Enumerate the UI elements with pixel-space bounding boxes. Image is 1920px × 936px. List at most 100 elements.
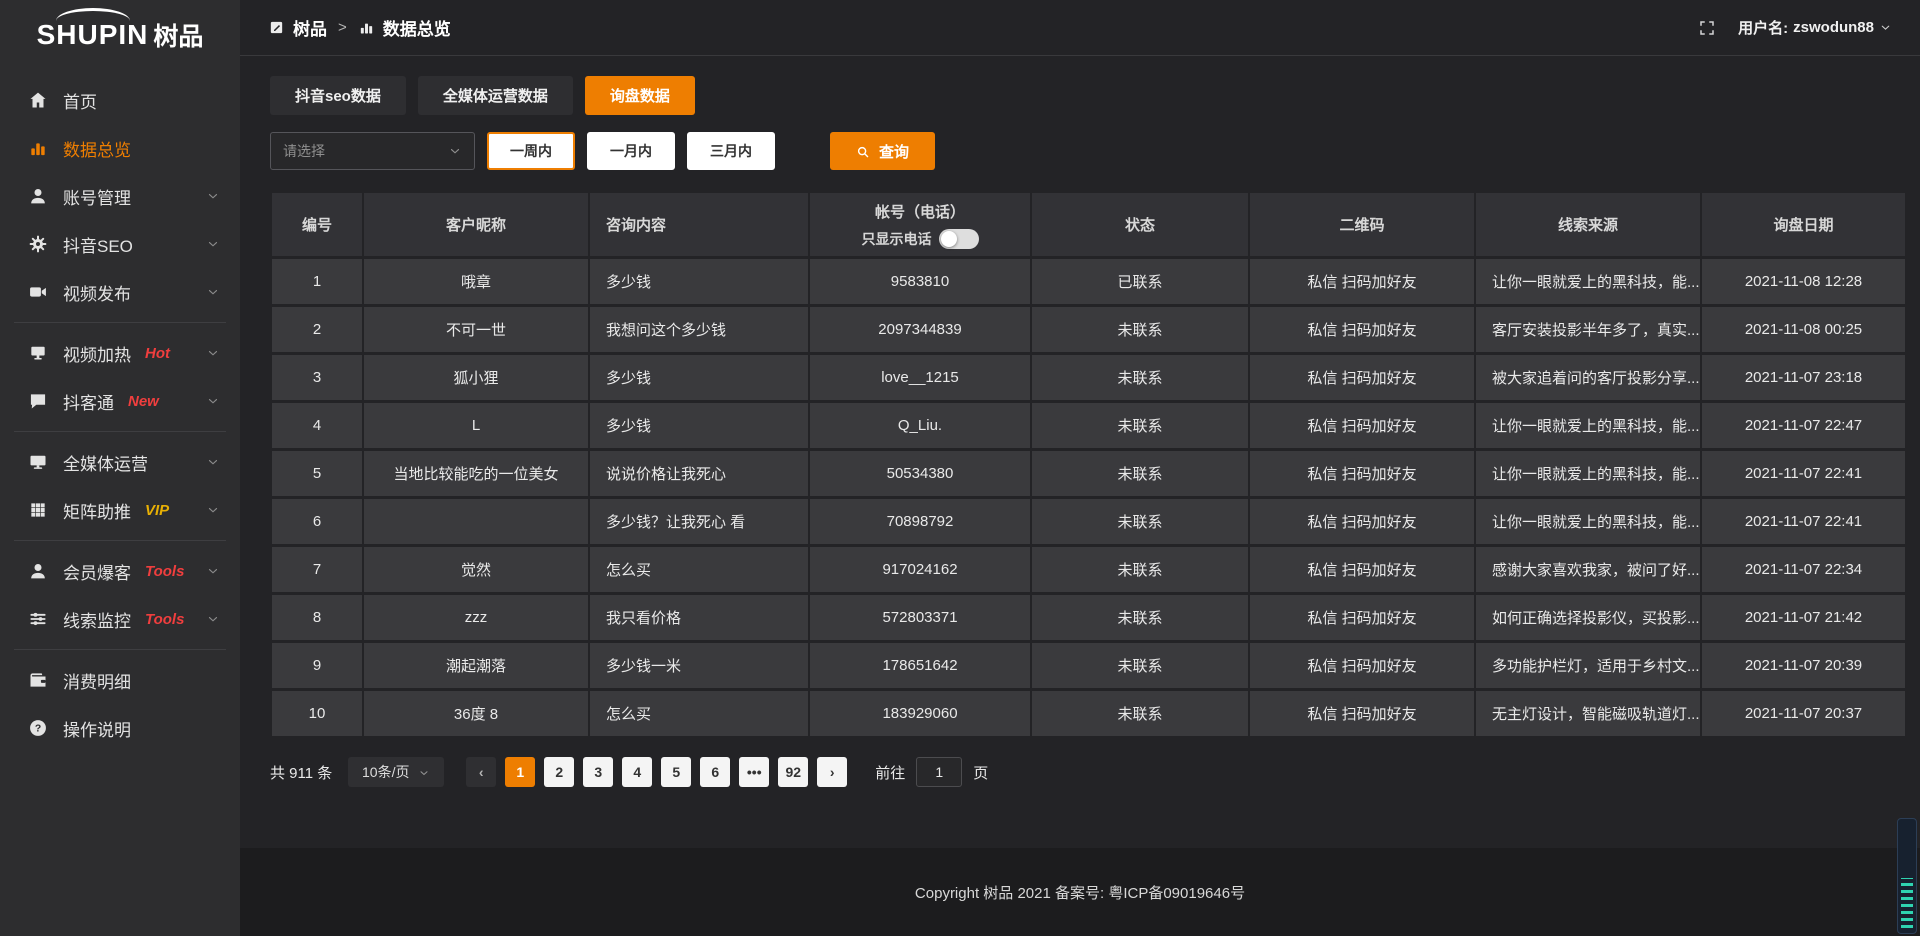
sidebar-item-label: 全媒体运营 <box>63 450 148 475</box>
sidebar-item[interactable]: 会员爆客 Tools <box>0 547 240 595</box>
sidebar-item-label: 会员爆客 <box>63 559 131 584</box>
qr-link[interactable]: 私信 扫码加好友 <box>1249 594 1475 642</box>
table-row: 4 L 多少钱 Q_Liu. 未联系 私信 扫码加好友 让你一眼就爱上的黑科技，… <box>271 402 1906 450</box>
qr-link[interactable]: 私信 扫码加好友 <box>1249 690 1475 738</box>
tab[interactable]: 全媒体运营数据 <box>418 76 573 115</box>
goto-label: 前往 <box>875 762 905 783</box>
username-label: 用户名: <box>1738 17 1788 38</box>
source-link[interactable]: 让你一眼就爱上的黑科技，能... <box>1475 498 1701 546</box>
page-button[interactable]: 2 <box>544 757 574 787</box>
page-button[interactable]: 6 <box>700 757 730 787</box>
range-button[interactable]: 三月内 <box>687 132 775 170</box>
cell-account: 178651642 <box>809 642 1031 690</box>
sidebar-item[interactable]: ? 操作说明 <box>0 704 240 752</box>
user-menu[interactable]: 用户名: zswodun88 <box>1738 17 1892 38</box>
floating-widget[interactable] <box>1897 818 1917 934</box>
next-page-button[interactable]: › <box>817 757 847 787</box>
column-header-number: 编号 <box>271 192 363 258</box>
search-button[interactable]: 查询 <box>830 132 935 170</box>
sidebar-item-label: 消费明细 <box>63 668 131 693</box>
inquiry-table: 编号 客户昵称 咨询内容 帐号（电话） 只显示电话 <box>270 190 1907 739</box>
source-link[interactable]: 让你一眼就爱上的黑科技，能... <box>1475 450 1701 498</box>
topbar-right: 用户名: zswodun88 <box>1698 17 1892 38</box>
page-button[interactable]: ••• <box>739 757 769 787</box>
cell-nickname: 哦章 <box>363 258 589 306</box>
range-button[interactable]: 一月内 <box>587 132 675 170</box>
sidebar-item-label: 抖客通 <box>63 389 114 414</box>
svg-text:?: ? <box>35 724 41 735</box>
fullscreen-icon[interactable] <box>1698 19 1716 37</box>
footer: Copyright 树品 2021 备案号: 粤ICP备09019646号 <box>240 848 1920 936</box>
sidebar-item[interactable]: 数据总览 <box>0 124 240 172</box>
column-header-status: 状态 <box>1031 192 1249 258</box>
sidebar-item[interactable]: 抖客通 New <box>0 377 240 425</box>
qr-link[interactable]: 私信 扫码加好友 <box>1249 546 1475 594</box>
sidebar-item[interactable]: 账号管理 <box>0 172 240 220</box>
source-link[interactable]: 让你一眼就爱上的黑科技，能... <box>1475 258 1701 306</box>
cell-number: 4 <box>271 402 363 450</box>
sidebar-item[interactable]: 视频发布 <box>0 268 240 316</box>
cell-account: 572803371 <box>809 594 1031 642</box>
source-link[interactable]: 如何正确选择投影仪，买投影... <box>1475 594 1701 642</box>
sidebar-item[interactable]: 抖音SEO <box>0 220 240 268</box>
range-button[interactable]: 一周内 <box>487 132 575 170</box>
cell-account: love__1215 <box>809 354 1031 402</box>
sidebar-item-label: 数据总览 <box>63 136 131 161</box>
prev-page-button[interactable]: ‹ <box>466 757 496 787</box>
wallet-icon <box>28 670 48 690</box>
sidebar-item[interactable]: 视频加热 Hot <box>0 329 240 377</box>
qr-link[interactable]: 私信 扫码加好友 <box>1249 498 1475 546</box>
qr-link[interactable]: 私信 扫码加好友 <box>1249 354 1475 402</box>
user-icon <box>28 186 48 206</box>
source-link[interactable]: 让你一眼就爱上的黑科技，能... <box>1475 402 1701 450</box>
source-link[interactable]: 客厅安装投影半年多了，真实... <box>1475 306 1701 354</box>
cell-number: 3 <box>271 354 363 402</box>
source-link[interactable]: 无主灯设计，智能磁吸轨道灯... <box>1475 690 1701 738</box>
source-link[interactable]: 被大家追着问的客厅投影分享... <box>1475 354 1701 402</box>
chevron-down-icon <box>1879 21 1892 34</box>
sidebar-divider <box>14 431 226 432</box>
tab[interactable]: 抖音seo数据 <box>270 76 406 115</box>
source-link[interactable]: 多功能护栏灯，适用于乡村文... <box>1475 642 1701 690</box>
app-logo: SHUPIN 树品 <box>0 4 240 66</box>
cell-content: 多少钱 <box>589 402 809 450</box>
page-button[interactable]: 4 <box>622 757 652 787</box>
username-value: zswodun88 <box>1793 19 1874 36</box>
page-button[interactable]: 3 <box>583 757 613 787</box>
sidebar-item-badge: Hot <box>145 345 170 362</box>
sidebar-divider <box>14 322 226 323</box>
status-text: 未联系 <box>1031 594 1249 642</box>
filter-select[interactable]: 请选择 <box>270 132 475 170</box>
monitor-icon <box>28 452 48 472</box>
sidebar-item[interactable]: 首页 <box>0 76 240 124</box>
qr-link[interactable]: 私信 扫码加好友 <box>1249 306 1475 354</box>
page-button[interactable]: 5 <box>661 757 691 787</box>
sidebar-menu: 首页 数据总览 账号管理 抖音SEO <box>0 66 240 936</box>
phone-only-toggle[interactable] <box>939 229 979 249</box>
cell-account: 183929060 <box>809 690 1031 738</box>
status-text: 已联系 <box>1031 258 1249 306</box>
chevron-down-icon <box>418 766 430 778</box>
pagination: 共 911 条 10条/页 ‹ 123456•••92 › 前往 页 <box>270 757 1905 787</box>
video-icon <box>28 282 48 302</box>
gear-icon <box>28 234 48 254</box>
qr-link[interactable]: 私信 扫码加好友 <box>1249 258 1475 306</box>
qr-link[interactable]: 私信 扫码加好友 <box>1249 402 1475 450</box>
qr-link[interactable]: 私信 扫码加好友 <box>1249 642 1475 690</box>
sidebar-item[interactable]: 消费明细 <box>0 656 240 704</box>
page-button[interactable]: 1 <box>505 757 535 787</box>
sidebar-item[interactable]: 线索监控 Tools <box>0 595 240 643</box>
goto-page-input[interactable] <box>916 757 962 787</box>
sidebar-item[interactable]: 矩阵助推 VIP <box>0 486 240 534</box>
cell-account: Q_Liu. <box>809 402 1031 450</box>
main-area: 树品 > 数据总览 用户名: zswodun88 抖音seo数据全媒体运营数据询… <box>240 0 1920 936</box>
cell-number: 9 <box>271 642 363 690</box>
sidebar-item[interactable]: 全媒体运营 <box>0 438 240 486</box>
page-button[interactable]: 92 <box>778 757 808 787</box>
logo-arc <box>56 8 130 21</box>
source-link[interactable]: 感谢大家喜欢我家，被问了好... <box>1475 546 1701 594</box>
qr-link[interactable]: 私信 扫码加好友 <box>1249 450 1475 498</box>
page-size-select[interactable]: 10条/页 <box>348 757 444 787</box>
tab[interactable]: 询盘数据 <box>585 76 695 115</box>
breadcrumb-root[interactable]: 树品 <box>293 15 327 40</box>
